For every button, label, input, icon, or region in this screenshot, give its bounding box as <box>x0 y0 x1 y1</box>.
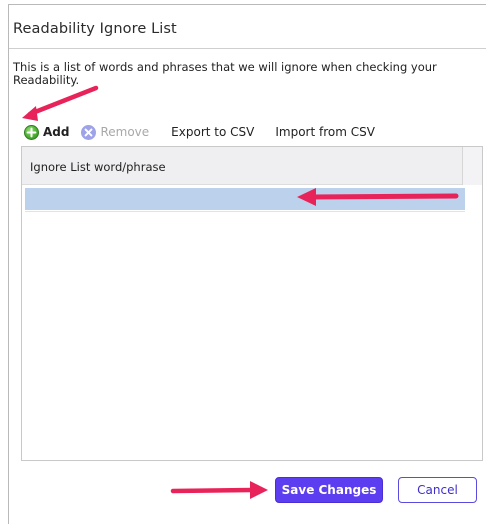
title-divider <box>9 48 486 49</box>
ignore-list-grid: Ignore List word/phrase <box>21 146 483 461</box>
header-scroll-cell <box>462 147 482 185</box>
plus-circle-icon <box>24 124 39 140</box>
x-circle-icon <box>81 124 97 140</box>
import-csv-label: Import from CSV <box>275 125 375 139</box>
add-button-label: Add <box>43 125 70 139</box>
list-toolbar: Add Remove Export to CSV Import from CSV <box>24 122 375 142</box>
row-divider <box>25 211 465 212</box>
remove-button-label: Remove <box>100 125 150 139</box>
save-changes-button[interactable]: Save Changes <box>275 477 383 503</box>
column-header-word-phrase[interactable]: Ignore List word/phrase <box>30 160 166 174</box>
dialog-description: This is a list of words and phrases that… <box>13 60 437 87</box>
import-csv-button[interactable]: Import from CSV <box>275 125 375 139</box>
grid-header: Ignore List word/phrase <box>22 147 482 185</box>
export-csv-button[interactable]: Export to CSV <box>171 125 254 139</box>
dialog-title: Readability Ignore List <box>13 21 177 37</box>
export-csv-label: Export to CSV <box>171 125 255 139</box>
list-row-editable[interactable] <box>25 188 465 210</box>
add-button[interactable]: Add <box>24 124 70 140</box>
remove-button[interactable]: Remove <box>81 124 150 140</box>
cancel-button[interactable]: Cancel <box>398 477 477 503</box>
